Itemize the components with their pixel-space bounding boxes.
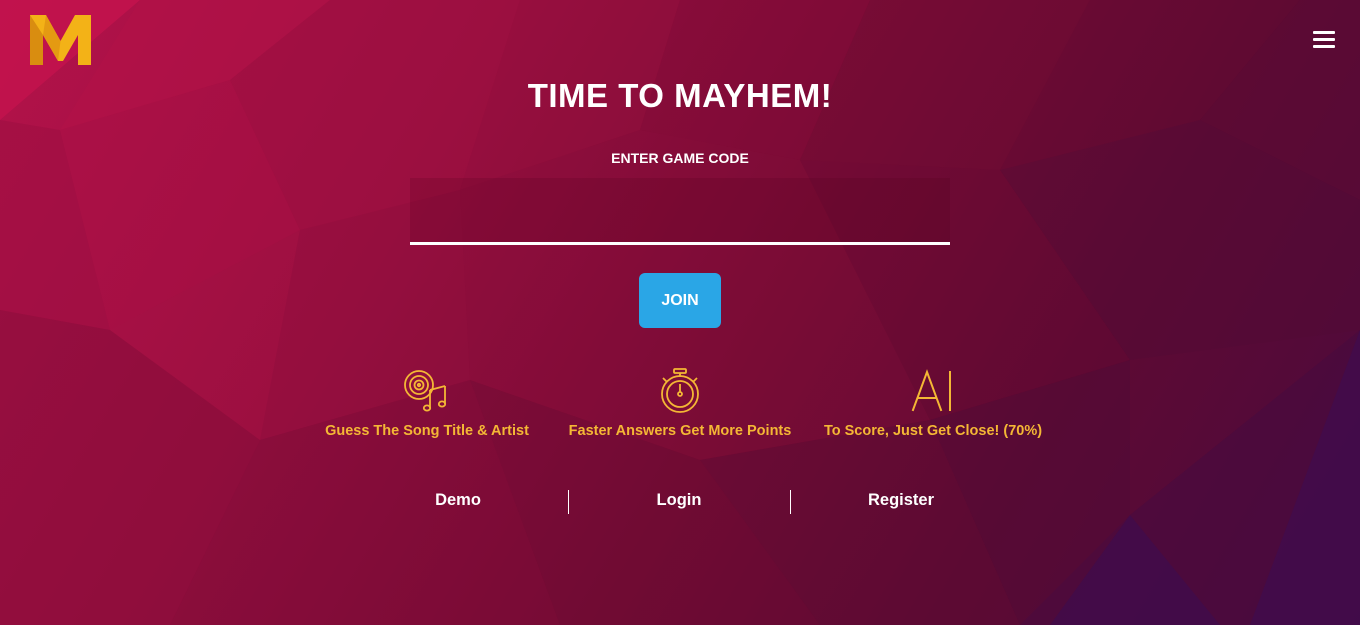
page-title: TIME TO MAYHEM! (527, 77, 833, 114)
menu-bar (1313, 38, 1335, 41)
feature-label: To Score, Just Get Close! (70%) (823, 423, 1043, 439)
demo-link[interactable]: Demo (348, 491, 568, 510)
login-link[interactable]: Login (569, 491, 789, 510)
game-code-input[interactable] (410, 178, 950, 245)
register-link[interactable]: Register (791, 491, 1011, 510)
game-code-label: ENTER GAME CODE (611, 150, 749, 166)
landing-page: TIME TO MAYHEM! ENTER GAME CODE JOIN Gue… (0, 0, 1360, 625)
menu-bar (1313, 31, 1335, 34)
hamburger-menu-icon[interactable] (1313, 31, 1335, 49)
join-button[interactable]: JOIN (639, 273, 721, 328)
feature-just-get-close: To Score, Just Get Close! (70%) (783, 368, 1083, 439)
stopwatch-icon (661, 368, 699, 413)
ai-icon (911, 369, 951, 412)
mayhem-m-logo[interactable] (30, 15, 91, 65)
menu-bar (1313, 45, 1335, 48)
vinyl-music-note-icon (404, 370, 447, 412)
